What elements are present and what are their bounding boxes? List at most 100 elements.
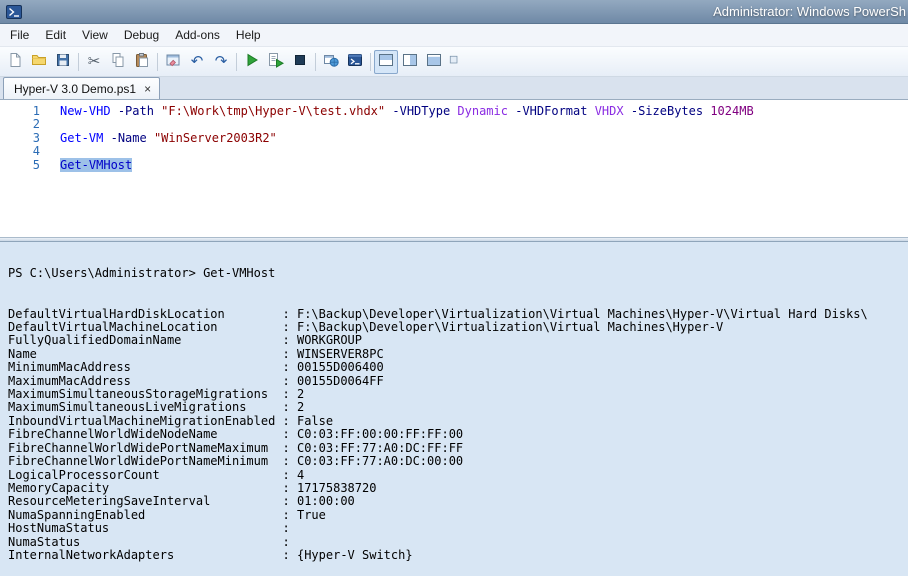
output-property-row: HostNumaStatus : xyxy=(8,522,908,535)
clear-console-pane-button[interactable] xyxy=(161,50,185,74)
script-editor-pane[interactable]: 1 New-VHD -Path "F:\Work\tmp\Hyper-V\test… xyxy=(0,100,908,237)
output-property-row: DefaultVirtualMachineLocation : F:\Backu… xyxy=(8,321,908,334)
editor-line[interactable]: 2 xyxy=(0,118,908,131)
code-text: Get-VMHost xyxy=(60,159,132,172)
run-script-button[interactable] xyxy=(240,50,264,74)
token-string: "WinServer2003R2" xyxy=(154,131,277,145)
token-cmdlet-selected: Get-VMHost xyxy=(60,158,132,172)
save-script-button[interactable] xyxy=(51,50,75,74)
toolbar-separator xyxy=(78,53,79,71)
token-param: -Name xyxy=(111,131,147,145)
token-string: "F:\Work\tmp\Hyper-V\test.vhdx" xyxy=(161,104,385,118)
stop-square-icon xyxy=(292,52,308,71)
token-arg: Dynamic xyxy=(457,104,508,118)
menu-file[interactable]: File xyxy=(2,24,37,46)
output-property-row: InternalNetworkAdapters : {Hyper-V Switc… xyxy=(8,549,908,562)
show-script-pane-top-button[interactable] xyxy=(374,50,398,74)
output-property-row: ResourceMeteringSaveInterval : 01:00:00 xyxy=(8,495,908,508)
new-script-button[interactable] xyxy=(3,50,27,74)
token-param: -SizeBytes xyxy=(631,104,703,118)
script-pane-options-button[interactable] xyxy=(446,50,462,74)
powershell-ise-window: Administrator: Windows PowerSh File Edit… xyxy=(0,0,908,576)
cut-button[interactable]: ✂ xyxy=(82,50,106,74)
layout-script-top-icon xyxy=(378,52,394,71)
output-property-row: NumaStatus : xyxy=(8,536,908,549)
menu-debug[interactable]: Debug xyxy=(116,24,167,46)
output-property-row: MaximumSimultaneousLiveMigrations : 2 xyxy=(8,401,908,414)
code-text: New-VHD -Path "F:\Work\tmp\Hyper-V\test.… xyxy=(60,105,754,118)
run-play-icon xyxy=(244,52,260,71)
editor-line[interactable]: 5 Get-VMHost xyxy=(0,159,908,172)
toolbar-separator xyxy=(370,53,371,71)
output-property-row: MaximumMacAddress : 00155D0064FF xyxy=(8,375,908,388)
console-prompt: PS C:\Users\Administrator> Get-VMHost xyxy=(8,267,908,280)
start-powershell-exe-button[interactable] xyxy=(343,50,367,74)
output-property-row: FibreChannelWorldWidePortNameMaximum : C… xyxy=(8,442,908,455)
token-arg: VHDX xyxy=(595,104,624,118)
output-property-row: FibreChannelWorldWideNodeName : C0:03:FF… xyxy=(8,428,908,441)
line-number: 3 xyxy=(0,132,44,145)
powershell-icon xyxy=(6,4,22,20)
output-property-row: DefaultVirtualHardDiskLocation : F:\Back… xyxy=(8,308,908,321)
token-plain xyxy=(147,131,154,145)
menu-edit[interactable]: Edit xyxy=(37,24,74,46)
powershell-console-icon xyxy=(347,52,363,71)
open-script-button[interactable] xyxy=(27,50,51,74)
cut-scissors-icon: ✂ xyxy=(88,54,101,69)
output-property-row: MaximumSimultaneousStorageMigrations : 2 xyxy=(8,388,908,401)
token-param: -Path xyxy=(118,104,154,118)
show-script-pane-right-button[interactable] xyxy=(398,50,422,74)
toolbar: ✂ xyxy=(0,47,908,77)
tab-label: Hyper-V 3.0 Demo.ps1 xyxy=(14,82,136,96)
console-blank-line xyxy=(8,294,908,307)
toolbar-separator xyxy=(157,53,158,71)
output-property-row: MinimumMacAddress : 00155D006400 xyxy=(8,361,908,374)
redo-arrow-icon: ↷ xyxy=(215,54,228,69)
undo-arrow-icon: ↶ xyxy=(191,54,204,69)
token-plain xyxy=(624,104,631,118)
redo-button[interactable]: ↷ xyxy=(209,50,233,74)
paste-clipboard-icon xyxy=(134,52,150,71)
output-property-row: NumaSpanningEnabled : True xyxy=(8,509,908,522)
menu-add-ons[interactable]: Add-ons xyxy=(167,24,228,46)
menu-bar: File Edit View Debug Add-ons Help xyxy=(0,24,908,47)
line-number: 2 xyxy=(0,118,44,131)
stop-operation-button[interactable] xyxy=(288,50,312,74)
token-cmdlet: New-VHD xyxy=(60,104,111,118)
show-script-pane-maximized-button[interactable] xyxy=(422,50,446,74)
line-number: 1 xyxy=(0,105,44,118)
token-param: -VHDType xyxy=(392,104,450,118)
toolbar-separator xyxy=(236,53,237,71)
tab-close-icon[interactable]: × xyxy=(144,82,151,96)
copy-icon xyxy=(110,52,126,71)
editor-line[interactable]: 4 xyxy=(0,145,908,158)
menu-view[interactable]: View xyxy=(74,24,116,46)
console-blank-line xyxy=(8,254,908,267)
layout-script-right-icon xyxy=(402,52,418,71)
script-pane-options-icon xyxy=(448,54,460,69)
console-pane[interactable]: PS C:\Users\Administrator> Get-VMHost De… xyxy=(0,242,908,576)
save-floppy-icon xyxy=(55,52,71,71)
line-number: 4 xyxy=(0,145,44,158)
output-property-row: Name : WINSERVER8PC xyxy=(8,348,908,361)
menu-help[interactable]: Help xyxy=(228,24,269,46)
line-number: 5 xyxy=(0,159,44,172)
output-property-row: MemoryCapacity : 17175838720 xyxy=(8,482,908,495)
open-folder-icon xyxy=(31,52,47,71)
undo-button[interactable]: ↶ xyxy=(185,50,209,74)
output-property-row: InboundVirtualMachineMigrationEnabled : … xyxy=(8,415,908,428)
title-bar[interactable]: Administrator: Windows PowerSh xyxy=(0,0,908,24)
new-script-icon xyxy=(7,52,23,71)
tab-hyper-v-demo[interactable]: Hyper-V 3.0 Demo.ps1 × xyxy=(3,77,160,99)
token-plain xyxy=(587,104,594,118)
toolbar-separator xyxy=(315,53,316,71)
copy-button[interactable] xyxy=(106,50,130,74)
token-plain xyxy=(111,104,118,118)
run-selection-button[interactable] xyxy=(264,50,288,74)
editor-line[interactable]: 3Get-VM -Name "WinServer2003R2" xyxy=(0,132,908,145)
output-property-row: FibreChannelWorldWidePortNameMinimum : C… xyxy=(8,455,908,468)
paste-button[interactable] xyxy=(130,50,154,74)
new-remote-powershell-tab-button[interactable] xyxy=(319,50,343,74)
tab-strip: Hyper-V 3.0 Demo.ps1 × xyxy=(0,77,908,100)
editor-line[interactable]: 1 New-VHD -Path "F:\Work\tmp\Hyper-V\test… xyxy=(0,105,908,118)
